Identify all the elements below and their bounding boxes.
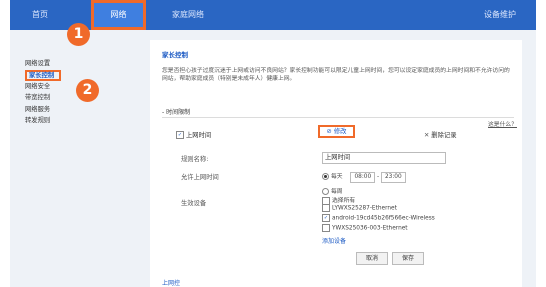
start-time-input[interactable]: 08:00 (350, 172, 376, 183)
add-device-link[interactable]: 添加设备 (322, 236, 346, 245)
section-title[interactable]: - 时间限制 (162, 107, 190, 116)
save-button[interactable]: 保存 (392, 252, 424, 265)
daily-radio[interactable] (322, 173, 329, 180)
top-navigation: 首页 网络 家庭网络 设备维护 (10, 0, 536, 30)
delete-label: 删除记录 (431, 132, 457, 139)
effective-device-label: 生效设备 (181, 200, 207, 207)
sidebar-item-parental-control[interactable]: 家长控制 (25, 69, 61, 81)
sidebar-item-network-security[interactable]: 网络安全 (25, 81, 117, 93)
edit-label: 修改 (333, 128, 347, 135)
end-time-input[interactable]: 23:00 (380, 172, 406, 183)
daily-option[interactable]: 每天 08:00 - 23:00 (322, 171, 406, 183)
sidebar-item-network-services[interactable]: 网络服务 (25, 104, 117, 116)
rule-label: 上网时间 (186, 132, 212, 139)
step-badge-2: 2 (76, 79, 99, 102)
content-panel: 家长控制 您是否担心孩子过度沉迷于上网或访问不良网站？家长控制功能可以限定儿童上… (150, 40, 522, 287)
rule-name-input[interactable]: 上网时间 (322, 152, 446, 164)
device-option[interactable]: ✓ android-19cd45b26f566ec-Wireless (322, 214, 435, 222)
device-option[interactable]: LYWXS25287-Ethernet (322, 204, 397, 212)
allowed-time-label: 允许上网时间 (181, 174, 219, 181)
delete-button[interactable]: ✕ 删除记录 (424, 130, 456, 139)
next-section-link[interactable]: 上网控 (162, 278, 180, 287)
sidebar: 网络设置 家长控制 网络安全 带宽控制 网络服务 转发规则 (25, 58, 117, 127)
sidebar-item-bandwidth-control[interactable]: 带宽控制 (25, 92, 117, 104)
rule-checkbox[interactable]: ✓ (176, 131, 184, 139)
device-label: android-19cd45b26f566ec-Wireless (332, 215, 435, 222)
cancel-button[interactable]: 取消 (356, 252, 388, 265)
step-badge-1: 1 (67, 23, 90, 46)
tab-home[interactable]: 首页 (10, 0, 70, 30)
sidebar-item-forwarding-rules[interactable]: 转发规则 (25, 115, 117, 127)
tab-home-network[interactable]: 家庭网络 (158, 0, 218, 30)
page-description: 您是否担心孩子过度沉迷于上网或访问不良网站？家长控制功能可以限定儿童上网时间，您… (162, 68, 510, 82)
help-link[interactable]: 这是什么？ (488, 119, 517, 128)
rule-name-label: 规则名称: (181, 156, 209, 163)
daily-label: 每天 (331, 174, 343, 180)
section-divider (162, 117, 514, 118)
sidebar-item-network-settings[interactable]: 网络设置 (25, 58, 117, 70)
device-label: LYWXS25287-Ethernet (332, 205, 397, 212)
tab-network[interactable]: 网络 (91, 0, 146, 30)
time-separator: - (377, 174, 380, 180)
device-checkbox[interactable]: ✓ (322, 214, 330, 222)
page-title: 家长控制 (162, 51, 188, 59)
close-icon: ✕ (424, 132, 430, 139)
weekly-option[interactable]: 每周 (322, 186, 343, 195)
edit-button[interactable]: ⊘ 修改 (318, 125, 355, 138)
device-option[interactable]: YWXS25036-003-Ethernet (322, 224, 408, 232)
device-checkbox[interactable] (322, 204, 330, 212)
edit-icon: ⊘ (326, 128, 332, 135)
rule-row: ✓ 上网时间 (176, 130, 211, 139)
device-label: YWXS25036-003-Ethernet (332, 225, 408, 232)
device-checkbox[interactable] (322, 224, 330, 232)
weekly-radio[interactable] (322, 188, 329, 195)
tab-device-maintenance[interactable]: 设备维护 (470, 0, 530, 30)
